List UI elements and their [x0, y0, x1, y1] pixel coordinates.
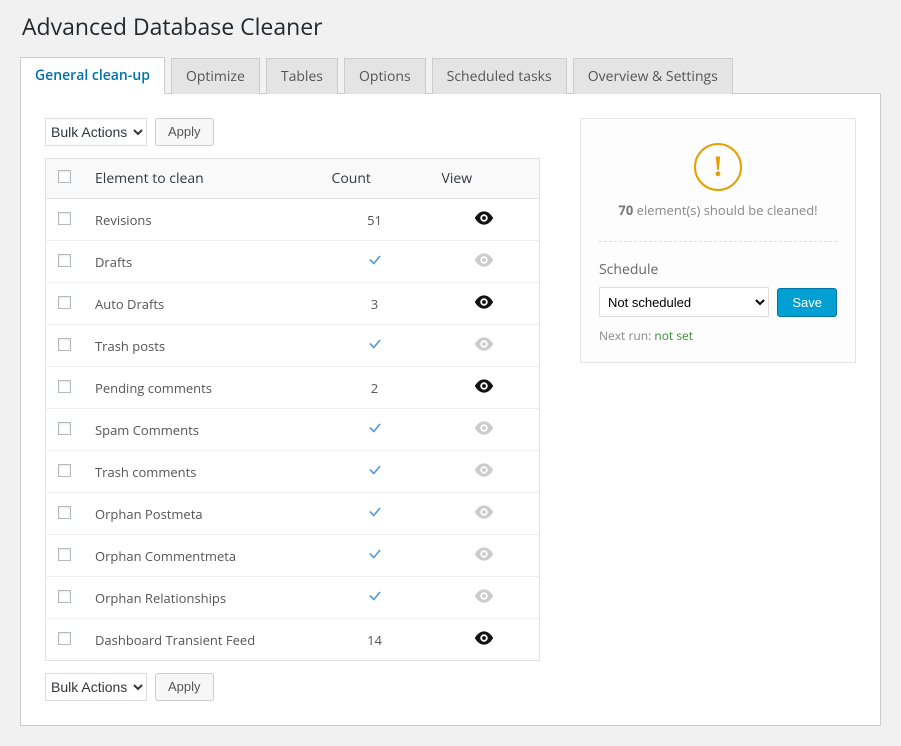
row-checkbox[interactable]: [58, 380, 71, 393]
row-checkbox[interactable]: [58, 296, 71, 309]
row-count: 2: [320, 367, 430, 409]
row-label: Revisions: [83, 199, 320, 241]
eye-icon: [473, 336, 495, 352]
apply-button-top[interactable]: Apply: [155, 118, 214, 146]
row-count: [320, 325, 430, 367]
check-icon: [367, 589, 383, 603]
row-label: Spam Comments: [83, 409, 320, 451]
row-count: [320, 493, 430, 535]
eye-icon[interactable]: [473, 210, 495, 226]
eye-icon: [473, 588, 495, 604]
tab-scheduled-tasks[interactable]: Scheduled tasks: [432, 58, 567, 94]
page-title: Advanced Database Cleaner: [22, 10, 881, 42]
save-button[interactable]: Save: [777, 288, 837, 317]
row-checkbox[interactable]: [58, 590, 71, 603]
tab-optimize[interactable]: Optimize: [171, 58, 260, 94]
table-row: Orphan Postmeta: [46, 493, 540, 535]
bulk-actions-select-top[interactable]: Bulk Actions: [45, 118, 147, 146]
warning-icon: !: [694, 143, 742, 191]
col-count: Count: [320, 159, 430, 199]
row-view: [430, 535, 540, 577]
check-icon: [367, 253, 383, 267]
table-row: Pending comments2: [46, 367, 540, 409]
table-row: Drafts: [46, 241, 540, 283]
row-count: 14: [320, 619, 430, 661]
row-view: [430, 493, 540, 535]
row-checkbox[interactable]: [58, 422, 71, 435]
check-icon: [367, 421, 383, 435]
panel-general-cleanup: Bulk Actions Apply Element to clean Coun…: [20, 93, 881, 726]
apply-button-bottom[interactable]: Apply: [155, 673, 214, 701]
eye-icon[interactable]: [473, 378, 495, 394]
row-label: Orphan Relationships: [83, 577, 320, 619]
table-row: Spam Comments: [46, 409, 540, 451]
row-view: [430, 241, 540, 283]
col-element: Element to clean: [83, 159, 320, 199]
row-view[interactable]: [430, 367, 540, 409]
row-count: [320, 451, 430, 493]
row-label: Dashboard Transient Feed: [83, 619, 320, 661]
table-row: Revisions51: [46, 199, 540, 241]
bulk-actions-select-bottom[interactable]: Bulk Actions: [45, 673, 147, 701]
eye-icon: [473, 462, 495, 478]
row-label: Auto Drafts: [83, 283, 320, 325]
row-count: 51: [320, 199, 430, 241]
col-view: View: [430, 159, 540, 199]
schedule-label: Schedule: [599, 260, 837, 279]
sidebar-box: ! 70 element(s) should be cleaned! Sched…: [580, 118, 856, 363]
row-view: [430, 451, 540, 493]
row-count: [320, 535, 430, 577]
row-checkbox[interactable]: [58, 254, 71, 267]
check-icon: [367, 463, 383, 477]
row-view: [430, 577, 540, 619]
tab-general-clean-up[interactable]: General clean-up: [20, 57, 165, 94]
tab-tables[interactable]: Tables: [266, 58, 338, 94]
row-checkbox[interactable]: [58, 548, 71, 561]
row-count: 3: [320, 283, 430, 325]
row-count: [320, 409, 430, 451]
table-row: Trash comments: [46, 451, 540, 493]
check-icon: [367, 547, 383, 561]
row-checkbox[interactable]: [58, 338, 71, 351]
cleanup-table: Element to clean Count View Revisions51D…: [45, 158, 540, 661]
row-view[interactable]: [430, 199, 540, 241]
tab-options[interactable]: Options: [344, 58, 426, 94]
table-row: Dashboard Transient Feed14: [46, 619, 540, 661]
next-run: Next run: not set: [599, 327, 837, 344]
table-row: Orphan Commentmeta: [46, 535, 540, 577]
row-count: [320, 577, 430, 619]
row-view: [430, 325, 540, 367]
check-icon: [367, 337, 383, 351]
row-checkbox[interactable]: [58, 632, 71, 645]
table-row: Trash posts: [46, 325, 540, 367]
eye-icon[interactable]: [473, 294, 495, 310]
eye-icon: [473, 546, 495, 562]
table-row: Orphan Relationships: [46, 577, 540, 619]
table-row: Auto Drafts3: [46, 283, 540, 325]
row-checkbox[interactable]: [58, 212, 71, 225]
row-label: Drafts: [83, 241, 320, 283]
row-view: [430, 409, 540, 451]
check-icon: [367, 505, 383, 519]
eye-icon: [473, 252, 495, 268]
row-label: Trash comments: [83, 451, 320, 493]
row-label: Pending comments: [83, 367, 320, 409]
row-label: Orphan Commentmeta: [83, 535, 320, 577]
schedule-select[interactable]: Not scheduled: [599, 287, 769, 317]
row-view[interactable]: [430, 619, 540, 661]
row-checkbox[interactable]: [58, 506, 71, 519]
eye-icon: [473, 504, 495, 520]
select-all-checkbox[interactable]: [58, 170, 71, 183]
cleanup-notice: 70 element(s) should be cleaned!: [599, 201, 837, 219]
tab-overview-settings[interactable]: Overview & Settings: [573, 58, 733, 94]
tab-bar: General clean-upOptimizeTablesOptionsSch…: [20, 56, 881, 93]
row-count: [320, 241, 430, 283]
row-label: Trash posts: [83, 325, 320, 367]
eye-icon: [473, 420, 495, 436]
row-view[interactable]: [430, 283, 540, 325]
row-checkbox[interactable]: [58, 464, 71, 477]
row-label: Orphan Postmeta: [83, 493, 320, 535]
eye-icon[interactable]: [473, 630, 495, 646]
